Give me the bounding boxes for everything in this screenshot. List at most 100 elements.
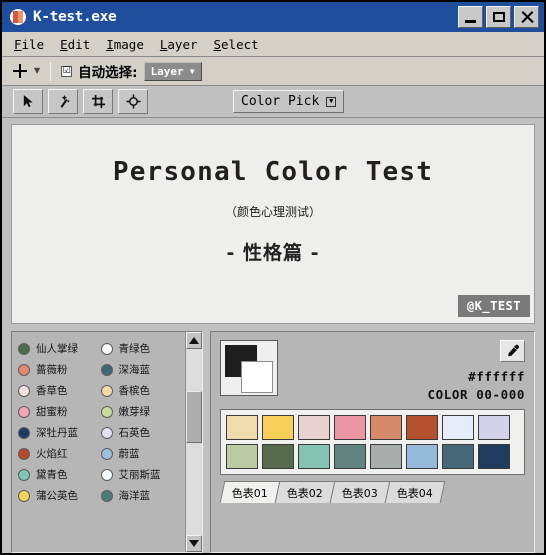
swatch-cell[interactable] bbox=[370, 415, 402, 440]
canvas-section-label: - 性格篇 - bbox=[226, 242, 320, 264]
list-item[interactable]: 青绿色 bbox=[100, 338, 184, 359]
menu-item-select[interactable]: Select bbox=[212, 36, 261, 53]
color-dot-icon bbox=[18, 426, 30, 439]
tab-4[interactable]: 色表04 bbox=[384, 481, 446, 503]
scroll-down-button[interactable] bbox=[186, 535, 202, 552]
color-dot-icon bbox=[18, 342, 30, 355]
scroll-thumb[interactable] bbox=[186, 391, 202, 443]
color-list-scrollbar[interactable] bbox=[185, 332, 202, 552]
color-pick-dropdown[interactable]: Color Pick ▼ bbox=[233, 90, 345, 113]
menu-item-layer[interactable]: Layer bbox=[158, 36, 200, 53]
menu-item-image[interactable]: Image bbox=[104, 36, 146, 53]
color-list: 仙人掌绿 青绿色蔷薇粉 深海蓝香草色 香槟色甜蜜粉 嫩芽绿深牡丹蓝 石英色 火焰红 蔚蓝黛青色… bbox=[12, 332, 185, 552]
swatch-cell[interactable] bbox=[298, 444, 330, 469]
hex-value: #ffffff bbox=[468, 369, 525, 384]
maximize-button[interactable] bbox=[486, 6, 511, 28]
tab-1[interactable]: 色表01 bbox=[219, 481, 281, 503]
menu-edit-rest: dit bbox=[67, 36, 91, 52]
swatch-cell[interactable] bbox=[406, 415, 438, 440]
chevron-down-icon[interactable]: ▼ bbox=[34, 67, 40, 75]
color-dot-icon bbox=[100, 447, 113, 460]
auto-select-label: 自动选择: bbox=[78, 65, 138, 81]
target-crosshair-icon bbox=[125, 94, 141, 109]
crop-tool-button[interactable] bbox=[83, 89, 113, 114]
magic-wand-tool-button[interactable] bbox=[48, 89, 78, 114]
target-tool-button[interactable] bbox=[118, 89, 148, 114]
swatch-cell[interactable] bbox=[298, 415, 330, 440]
list-item[interactable]: 海洋蓝 bbox=[100, 485, 184, 506]
color-dot-icon bbox=[18, 447, 30, 460]
menu-bar: File Edit Image Layer Select bbox=[2, 32, 544, 57]
list-item[interactable]: 艾丽斯蓝 bbox=[100, 464, 184, 485]
color-dot-icon bbox=[100, 426, 113, 439]
swatch-cell[interactable] bbox=[478, 415, 510, 440]
menu-layer-rest: ayer bbox=[167, 36, 198, 52]
background-color-swatch[interactable] bbox=[241, 361, 273, 393]
color-readout: #ffffff COLOR 00-000 bbox=[427, 340, 525, 402]
close-icon bbox=[520, 10, 534, 24]
list-item[interactable]: 蒲公英色 bbox=[18, 485, 101, 506]
swatch-cell[interactable] bbox=[478, 444, 510, 469]
swatch-cell[interactable] bbox=[262, 444, 294, 469]
list-item[interactable]: 甜蜜粉 bbox=[18, 401, 101, 422]
swatch-cell[interactable] bbox=[442, 415, 474, 440]
swatch-cell[interactable] bbox=[334, 444, 366, 469]
title-bar: K-test.exe bbox=[2, 2, 544, 32]
color-name: 香草色 bbox=[36, 385, 68, 397]
color-name: 嫩芽绿 bbox=[118, 406, 151, 418]
auto-select-checkbox[interactable]: ☑ bbox=[61, 65, 73, 77]
eyedropper-button[interactable] bbox=[500, 340, 525, 362]
document-canvas[interactable]: Personal Color Test （颜色心理测试） - 性格篇 - @K_… bbox=[11, 124, 535, 324]
color-dot-icon bbox=[18, 384, 30, 397]
tab-label: 色表04 bbox=[396, 487, 433, 500]
tab-3[interactable]: 色表03 bbox=[329, 481, 391, 503]
scroll-up-button[interactable] bbox=[186, 332, 202, 349]
list-item[interactable]: 深海蓝 bbox=[100, 359, 184, 380]
color-name: 黛青色 bbox=[36, 469, 68, 481]
list-item[interactable]: 蔷薇粉 bbox=[18, 359, 101, 380]
minimize-button[interactable] bbox=[458, 6, 483, 28]
swatch-cell[interactable] bbox=[334, 415, 366, 440]
color-pick-label: Color Pick bbox=[241, 94, 320, 109]
swatch-cell[interactable] bbox=[442, 444, 474, 469]
color-name: 深牡丹蓝 bbox=[36, 427, 78, 439]
list-item[interactable]: 深牡丹蓝 bbox=[18, 422, 101, 443]
close-button[interactable] bbox=[514, 6, 539, 28]
menu-item-edit[interactable]: Edit bbox=[58, 36, 92, 53]
list-item[interactable]: 嫩芽绿 bbox=[100, 401, 184, 422]
color-code: COLOR 00-000 bbox=[427, 387, 525, 402]
color-dot-icon bbox=[18, 468, 30, 481]
list-item[interactable]: 香草色 bbox=[18, 380, 101, 401]
color-dot-icon bbox=[100, 489, 113, 502]
list-item[interactable]: 仙人掌绿 bbox=[18, 338, 101, 359]
swatch-cell[interactable] bbox=[370, 444, 402, 469]
divider bbox=[50, 61, 52, 81]
tab-label: 色表01 bbox=[231, 487, 268, 500]
swatch-cell[interactable] bbox=[226, 415, 258, 440]
window-controls bbox=[458, 6, 539, 28]
layer-dropdown[interactable]: Layer ▼ bbox=[143, 61, 202, 81]
list-item[interactable]: 蔚蓝 bbox=[100, 443, 184, 464]
swatch-cell[interactable] bbox=[262, 415, 294, 440]
list-item[interactable]: 火焰红 bbox=[18, 443, 101, 464]
list-item[interactable]: 香槟色 bbox=[100, 380, 184, 401]
scroll-track[interactable] bbox=[186, 349, 202, 535]
swatch-row bbox=[226, 444, 519, 469]
color-name: 海洋蓝 bbox=[118, 490, 151, 502]
color-name: 甜蜜粉 bbox=[36, 406, 68, 418]
move-tool-icon[interactable] bbox=[12, 63, 28, 79]
swatch-cell[interactable] bbox=[226, 444, 258, 469]
swatch-panel: #ffffff COLOR 00-000 色表01 色表02 色表03 色表04 bbox=[210, 331, 535, 553]
foreground-background-swatch[interactable] bbox=[220, 340, 278, 396]
color-name: 仙人掌绿 bbox=[36, 343, 78, 355]
color-dot-icon bbox=[100, 405, 113, 418]
swatch-tabs: 色表01 色表02 色表03 色表04 bbox=[219, 481, 525, 503]
menu-item-file[interactable]: File bbox=[12, 36, 46, 53]
pointer-tool-button[interactable] bbox=[13, 89, 43, 114]
list-item[interactable]: 黛青色 bbox=[18, 464, 101, 485]
list-item[interactable]: 石英色 bbox=[100, 422, 184, 443]
tab-2[interactable]: 色表02 bbox=[274, 481, 336, 503]
color-name: 蔷薇粉 bbox=[36, 364, 68, 376]
maximize-icon bbox=[492, 12, 505, 22]
swatch-cell[interactable] bbox=[406, 444, 438, 469]
